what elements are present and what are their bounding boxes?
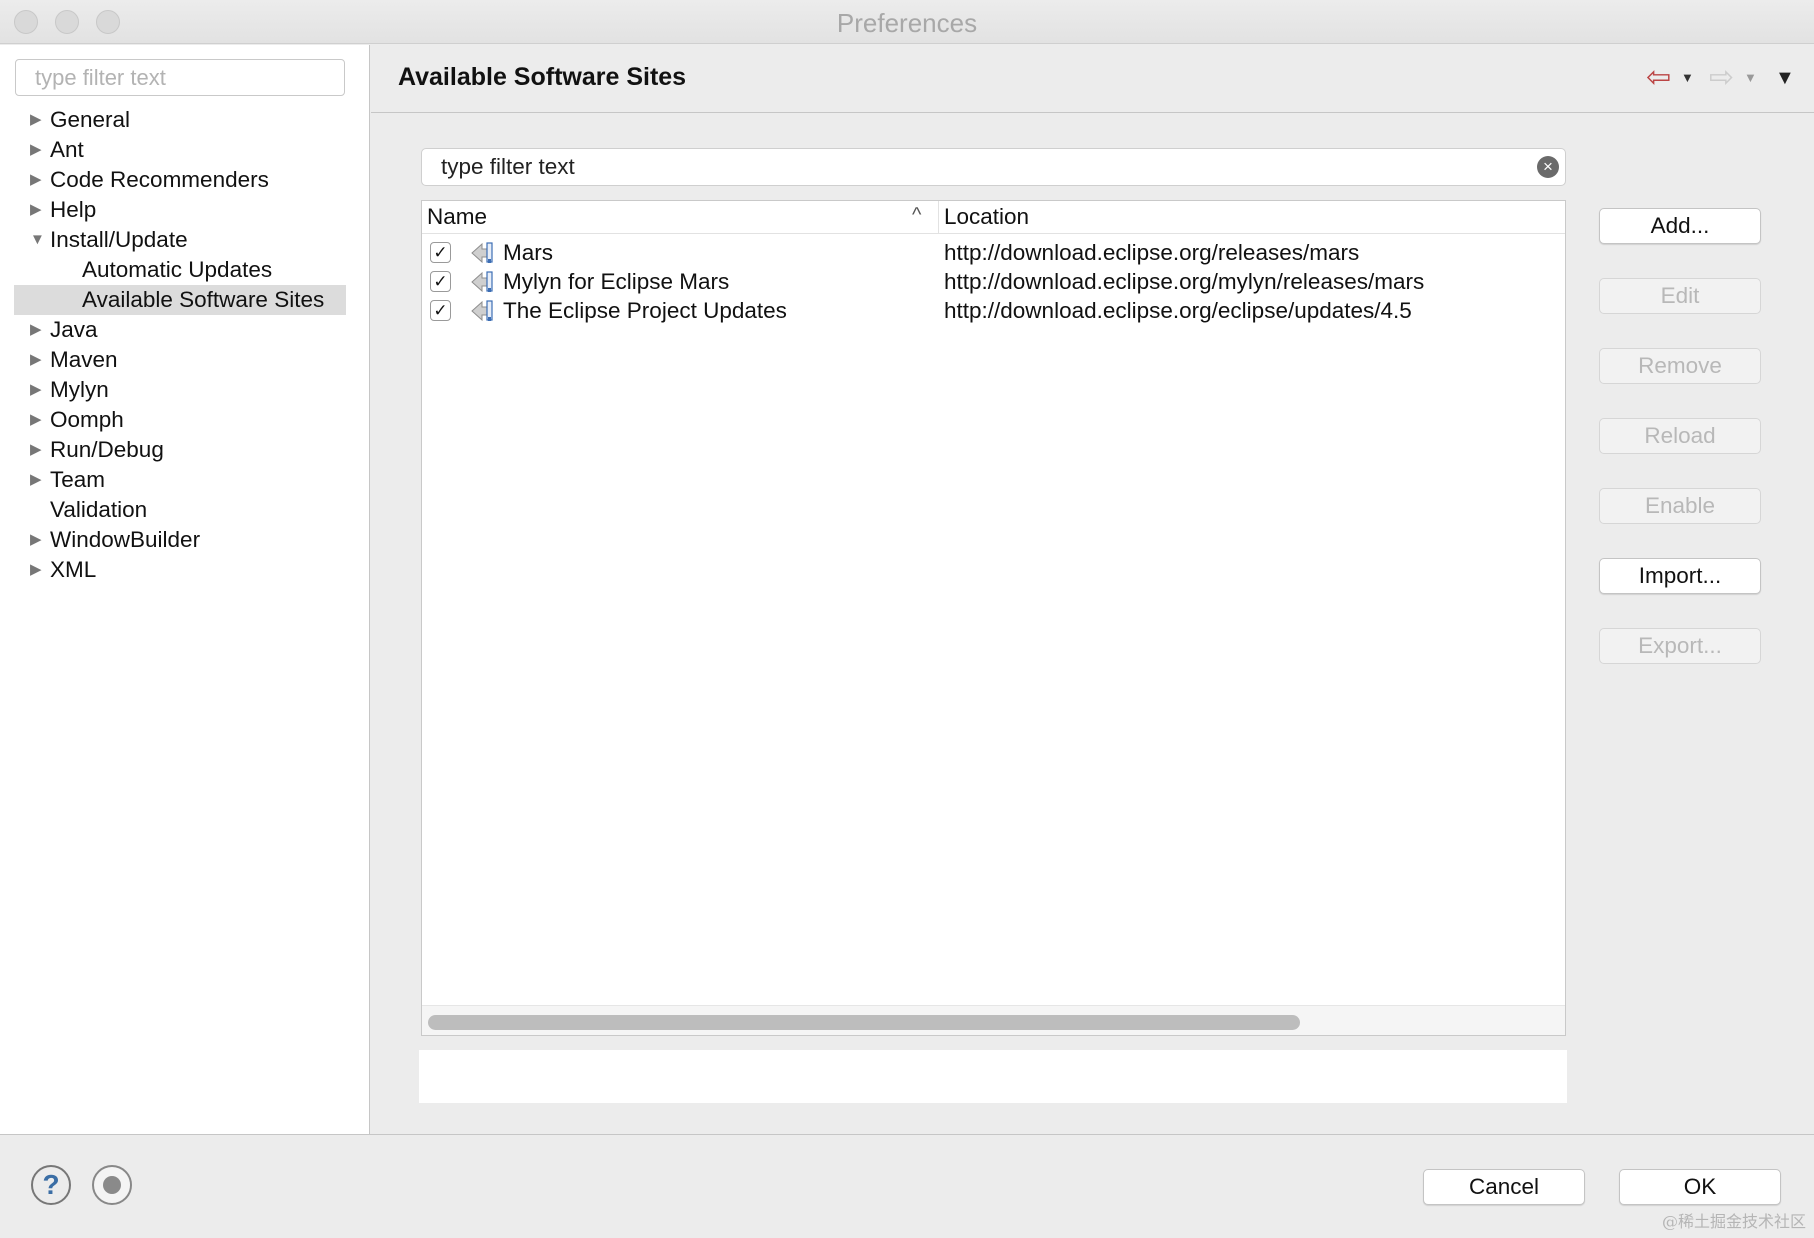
table-row[interactable]: ✓ The Eclipse Project Updates http://downl… — [422, 294, 1565, 328]
reload-button[interactable]: Reload — [1599, 418, 1761, 454]
collapsed-arrow-icon[interactable]: ▶ — [30, 315, 42, 345]
back-arrow-icon[interactable]: ⇦ — [1646, 63, 1671, 93]
record-macro-icon[interactable] — [92, 1165, 132, 1205]
tree-item-label: Team — [50, 467, 106, 492]
tree-item-available-software-sites[interactable]: Available Software Sites — [14, 285, 346, 315]
page-header: Available Software Sites ⇦ ▼ ⇨ ▼ ▼ — [371, 45, 1814, 113]
page-title: Available Software Sites — [398, 63, 687, 91]
collapsed-arrow-icon[interactable]: ▶ — [30, 465, 42, 495]
collapsed-arrow-icon[interactable]: ▶ — [30, 405, 42, 435]
update-site-icon — [471, 300, 493, 322]
tree-item-validation[interactable]: Validation — [0, 495, 370, 525]
collapsed-arrow-icon[interactable]: ▶ — [30, 165, 42, 195]
tree-item-automatic-updates[interactable]: Automatic Updates — [0, 255, 370, 285]
expanded-arrow-icon[interactable]: ▼ — [30, 225, 45, 255]
scrollbar-thumb[interactable] — [428, 1015, 1300, 1030]
collapsed-arrow-icon[interactable]: ▶ — [30, 375, 42, 405]
column-divider[interactable] — [938, 201, 939, 234]
title-bar: Preferences — [0, 0, 1814, 44]
tree-item-label: Mylyn — [50, 377, 109, 402]
collapsed-arrow-icon[interactable]: ▶ — [30, 345, 42, 375]
tree-item-ant[interactable]: ▶ Ant — [0, 135, 370, 165]
tree-item-label: Install/Update — [50, 227, 188, 252]
tree-item-label: Oomph — [50, 407, 124, 432]
sites-filter-input[interactable]: type filter text × — [421, 148, 1566, 186]
edit-button[interactable]: Edit — [1599, 278, 1761, 314]
sites-table: Name ^ Location ✓ Mars http://download.ecl… — [421, 200, 1566, 1036]
enable-button[interactable]: Enable — [1599, 488, 1761, 524]
collapsed-arrow-icon[interactable]: ▶ — [30, 195, 42, 225]
tree-item-code-recommenders[interactable]: ▶ Code Recommenders — [0, 165, 370, 195]
collapsed-arrow-icon[interactable]: ▶ — [30, 105, 42, 135]
details-area — [419, 1050, 1567, 1103]
tree-item-label: WindowBuilder — [50, 527, 201, 552]
tree-item-label: XML — [50, 557, 97, 582]
column-header-location[interactable]: Location — [944, 204, 1029, 230]
preferences-tree-panel: type filter text ▶ General ▶ Ant ▶ Code Recom… — [0, 45, 370, 1134]
export-button[interactable]: Export... — [1599, 628, 1761, 664]
tree-item-label: General — [50, 107, 131, 132]
tree-item-label: Available Software Sites — [82, 287, 325, 312]
tree-item-mylyn[interactable]: ▶ Mylyn — [0, 375, 370, 405]
tree-item-label: Java — [50, 317, 98, 342]
preferences-tree: ▶ General ▶ Ant ▶ Code Recommenders ▶ Help ▼ Inst… — [0, 105, 370, 585]
collapsed-arrow-icon[interactable]: ▶ — [30, 435, 42, 465]
update-site-icon — [471, 242, 493, 264]
sites-filter-value: type filter text — [441, 154, 575, 179]
enabled-checkbox[interactable]: ✓ — [430, 300, 451, 321]
add-button[interactable]: Add... — [1599, 208, 1761, 244]
tree-item-run-debug[interactable]: ▶ Run/Debug — [0, 435, 370, 465]
collapsed-arrow-icon[interactable]: ▶ — [30, 525, 42, 555]
import-button[interactable]: Import... — [1599, 558, 1761, 594]
collapsed-arrow-icon[interactable]: ▶ — [30, 555, 42, 585]
forward-dropdown-icon[interactable]: ▼ — [1744, 63, 1757, 93]
back-dropdown-icon[interactable]: ▼ — [1681, 63, 1694, 93]
clear-icon[interactable]: × — [1537, 156, 1559, 178]
tree-item-label: Automatic Updates — [82, 257, 273, 282]
forward-arrow-icon[interactable]: ⇨ — [1709, 63, 1734, 93]
tree-item-label: Code Recommenders — [50, 167, 269, 192]
view-menu-icon[interactable]: ▼ — [1775, 63, 1795, 93]
tree-item-general[interactable]: ▶ General — [0, 105, 370, 135]
column-header-name[interactable]: Name — [427, 204, 487, 230]
cancel-button[interactable]: Cancel — [1423, 1169, 1585, 1205]
tree-item-help[interactable]: ▶ Help — [0, 195, 370, 225]
site-location: http://download.eclipse.org/releases/mar… — [944, 240, 1360, 265]
site-name: Mars — [503, 240, 553, 265]
dialog-footer: ? Cancel OK @稀土掘金技术社区 — [0, 1134, 1814, 1238]
sort-ascending-icon: ^ — [912, 204, 922, 226]
tree-item-install-update[interactable]: ▼ Install/Update — [0, 225, 370, 255]
tree-item-oomph[interactable]: ▶ Oomph — [0, 405, 370, 435]
tree-item-label: Ant — [50, 137, 84, 162]
tree-filter-input[interactable]: type filter text — [15, 59, 345, 96]
enabled-checkbox[interactable]: ✓ — [430, 271, 451, 292]
remove-button[interactable]: Remove — [1599, 348, 1761, 384]
update-site-icon — [471, 271, 493, 293]
tree-item-java[interactable]: ▶ Java — [0, 315, 370, 345]
ok-button[interactable]: OK — [1619, 1169, 1781, 1205]
horizontal-scrollbar[interactable] — [422, 1005, 1565, 1035]
window-title: Preferences — [836, 8, 978, 38]
site-name: The Eclipse Project Updates — [503, 298, 787, 323]
enabled-checkbox[interactable]: ✓ — [430, 242, 451, 263]
site-location: http://download.eclipse.org/mylyn/releas… — [944, 269, 1425, 294]
tree-item-maven[interactable]: ▶ Maven — [0, 345, 370, 375]
tree-item-xml[interactable]: ▶ XML — [0, 555, 370, 585]
site-location: http://download.eclipse.org/eclipse/upda… — [944, 298, 1412, 323]
tree-item-team[interactable]: ▶ Team — [0, 465, 370, 495]
tree-item-label: Help — [50, 197, 97, 222]
tree-item-windowbuilder[interactable]: ▶ WindowBuilder — [0, 525, 370, 555]
table-header: Name ^ Location — [422, 201, 1565, 234]
collapsed-arrow-icon[interactable]: ▶ — [30, 135, 42, 165]
watermark: @稀土掘金技术社区 — [1661, 1212, 1806, 1231]
tree-item-label: Maven — [50, 347, 118, 372]
tree-item-label: Validation — [50, 497, 148, 522]
site-name: Mylyn for Eclipse Mars — [503, 269, 730, 294]
help-icon[interactable]: ? — [31, 1165, 71, 1205]
tree-item-label: Run/Debug — [50, 437, 164, 462]
